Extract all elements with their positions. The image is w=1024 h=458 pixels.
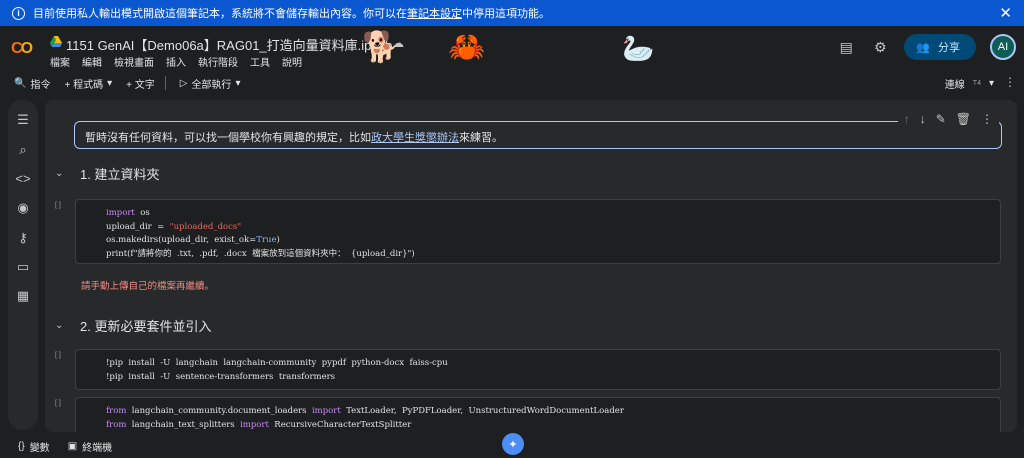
runtime-type: T4 bbox=[972, 80, 981, 87]
terminal-button[interactable]: ▣ 終端機 bbox=[68, 439, 112, 454]
more-icon[interactable]: ⋮ bbox=[981, 112, 993, 126]
menu-file[interactable]: 檔案 bbox=[50, 54, 70, 69]
menu-insert[interactable]: 插入 bbox=[166, 54, 186, 69]
add-text-label: + 文字 bbox=[126, 79, 155, 91]
code-cell[interactable]: from langchain_community.document_loader… bbox=[75, 397, 1001, 432]
secrets-key-icon[interactable]: ⚷ bbox=[8, 230, 38, 246]
run-all-label: 全部執行 bbox=[191, 79, 232, 91]
variable-inspector-icon[interactable]: ◉ bbox=[8, 200, 38, 216]
table-of-contents-icon[interactable]: ☰ bbox=[8, 112, 38, 128]
edit-icon[interactable]: ✎ bbox=[936, 112, 946, 126]
notebook-settings-link[interactable]: 筆記本設定 bbox=[407, 5, 462, 21]
run-all-button[interactable]: ▷ 全部執行 ▾ bbox=[180, 76, 241, 91]
add-code-button[interactable]: + 程式碼 ▾ bbox=[64, 76, 112, 91]
colab-logo[interactable]: CO bbox=[11, 40, 33, 58]
gear-icon[interactable]: ⚙ bbox=[870, 39, 890, 56]
variables-button[interactable]: {} 變數 bbox=[18, 439, 50, 454]
people-icon: 👥 bbox=[916, 41, 930, 54]
move-down-icon[interactable]: ↓ bbox=[920, 112, 926, 126]
run-cell-marker[interactable]: [ ] bbox=[55, 400, 61, 407]
find-icon[interactable]: ⌕ bbox=[8, 142, 38, 158]
run-cell-marker[interactable]: [ ] bbox=[55, 352, 61, 359]
section-title: 2. 更新必要套件並引入 bbox=[80, 319, 212, 334]
corgi-pet-icon: 🐕 bbox=[362, 31, 400, 64]
info-icon: i bbox=[12, 6, 25, 20]
banner-text-after: 中停用這項功能。 bbox=[462, 8, 550, 20]
private-output-banner: i 目前使用私人輸出模式開啟這個筆記本，系統將不會儲存輸出內容。你可以在 筆記本… bbox=[0, 0, 1024, 26]
add-code-label: + 程式碼 bbox=[64, 79, 104, 91]
play-icon: ▷ bbox=[179, 77, 188, 89]
command-label: 指令 bbox=[30, 79, 51, 91]
notebook-toolbar: 🔍 指令 + 程式碼 ▾ + 文字 ▷ 全部執行 ▾ 連線 T4 ▾ ⋮ bbox=[0, 70, 1024, 96]
delete-icon[interactable]: 🗑 bbox=[956, 112, 971, 126]
rules-link[interactable]: 政大學生獎懲辦法 bbox=[371, 132, 459, 144]
terminal-label: 終端機 bbox=[82, 442, 113, 454]
code-cell[interactable]: import os upload_dir = "uploaded_docs" o… bbox=[75, 199, 1001, 264]
goose-pet-icon: 🦢 bbox=[622, 33, 655, 63]
chevron-down-icon[interactable]: ▾ bbox=[989, 78, 994, 89]
drive-icon[interactable] bbox=[50, 36, 62, 47]
text-cell[interactable]: 暫時沒有任何資料，可以找一個學校你有興趣的規定，比如政大學生獎懲辦法來練習。 bbox=[74, 121, 1002, 149]
gemini-sparkle-icon[interactable]: ✦ bbox=[502, 433, 524, 455]
search-icon: 🔍 bbox=[14, 77, 27, 89]
chevron-down-icon[interactable]: ⌄ bbox=[55, 168, 80, 179]
left-sidebar: ☰ ⌕ <> ◉ ⚷ ▭ ▦ bbox=[8, 100, 38, 430]
close-icon[interactable]: ✕ bbox=[999, 4, 1012, 22]
table-icon[interactable]: ▦ bbox=[8, 288, 38, 304]
terminal-icon: ▣ bbox=[67, 440, 78, 452]
text-cell-before: 暫時沒有任何資料，可以找一個學校你有興趣的規定，比如 bbox=[85, 132, 371, 144]
cell-toolbar: ↑ ↓ ✎ 🗑 ⋮ bbox=[897, 108, 999, 130]
menu-view[interactable]: 檢視畫面 bbox=[114, 54, 154, 69]
notebook-content: 暫時沒有任何資料，可以找一個學校你有興趣的規定，比如政大學生獎懲辦法來練習。 ↑… bbox=[45, 100, 1017, 432]
more-icon[interactable]: ⋮ bbox=[1004, 75, 1016, 89]
code-snippets-icon[interactable]: <> bbox=[8, 171, 38, 186]
section-heading-1[interactable]: ⌄ 1. 建立資料夾 bbox=[55, 164, 159, 183]
avatar[interactable]: AI bbox=[990, 34, 1016, 60]
section-heading-2[interactable]: ⌄ 2. 更新必要套件並引入 bbox=[55, 316, 211, 335]
share-button[interactable]: 👥 分享 bbox=[904, 34, 976, 60]
banner-text-before: 目前使用私人輸出模式開啟這個筆記本，系統將不會儲存輸出內容。你可以在 bbox=[33, 8, 407, 20]
output-warning: 請手動上傳自己的檔案再繼續。 bbox=[81, 281, 215, 292]
move-up-icon[interactable]: ↑ bbox=[904, 112, 910, 126]
folder-icon[interactable]: ▭ bbox=[8, 259, 38, 275]
menu-edit[interactable]: 編輯 bbox=[82, 54, 102, 69]
notebook-header: CO 1151 GenAI【Demo06a】RAG01_打造向量資料庫.ipyn… bbox=[0, 26, 1024, 70]
connect-label: 連線 bbox=[944, 80, 965, 91]
crab-pet-icon: 🦀 bbox=[448, 31, 486, 64]
code-cell[interactable]: !pip install -U langchain langchain-comm… bbox=[75, 349, 1001, 390]
chevron-down-icon[interactable]: ▾ bbox=[107, 78, 112, 89]
section-title: 1. 建立資料夾 bbox=[80, 167, 160, 182]
chevron-down-icon[interactable]: ⌄ bbox=[55, 320, 80, 331]
toolbar-divider bbox=[164, 76, 166, 90]
menu-help[interactable]: 說明 bbox=[282, 54, 302, 69]
command-palette-button[interactable]: 🔍 指令 bbox=[14, 76, 50, 91]
notebook-title[interactable]: 1151 GenAI【Demo06a】RAG01_打造向量資料庫.ipynb bbox=[66, 35, 392, 54]
runtime-connect-button[interactable]: 連線 T4 ▾ bbox=[945, 76, 994, 91]
braces-icon: {} bbox=[18, 440, 25, 452]
variables-label: 變數 bbox=[29, 442, 50, 454]
menu-runtime[interactable]: 執行階段 bbox=[198, 54, 238, 69]
text-cell-after: 來練習。 bbox=[459, 132, 503, 144]
add-text-button[interactable]: + 文字 bbox=[126, 76, 155, 91]
menu-tools[interactable]: 工具 bbox=[250, 54, 270, 69]
share-label: 分享 bbox=[938, 42, 960, 54]
comment-icon[interactable]: ▤ bbox=[836, 39, 856, 56]
run-cell-marker[interactable]: [ ] bbox=[55, 202, 61, 209]
menu-bar: 檔案 編輯 檢視畫面 插入 執行階段 工具 說明 bbox=[50, 54, 302, 69]
chevron-down-icon[interactable]: ▾ bbox=[235, 78, 240, 89]
